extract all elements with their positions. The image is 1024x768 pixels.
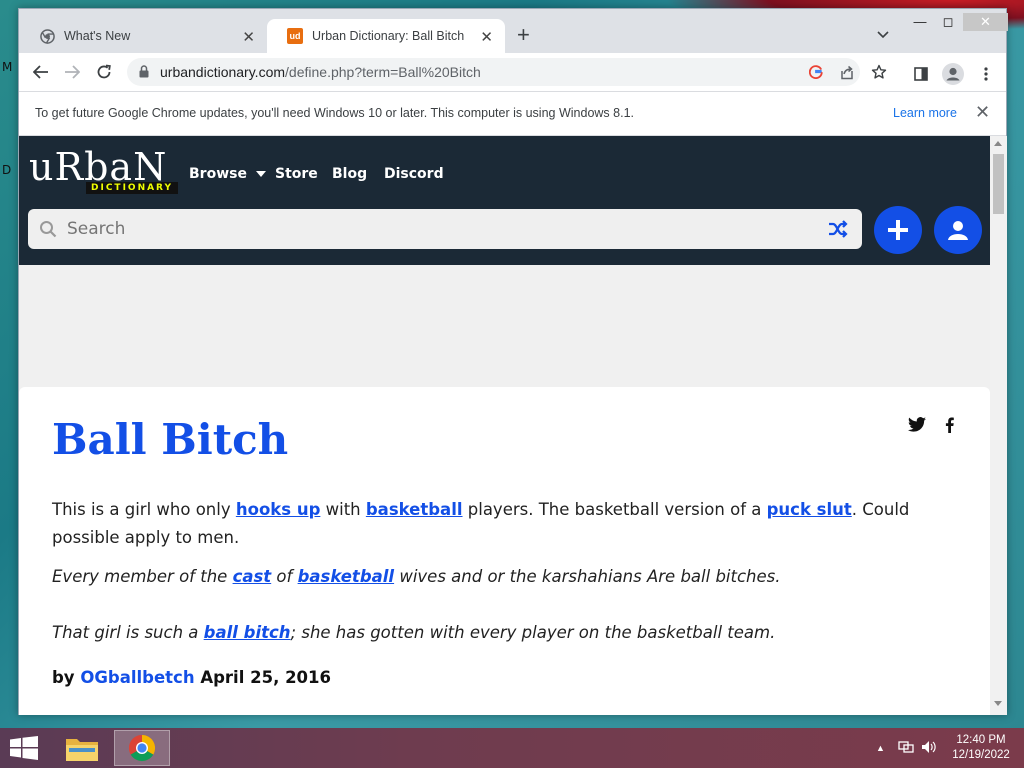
tab-urban-dictionary[interactable]: ud Urban Dictionary: Ball Bitch ✕	[267, 19, 505, 53]
definition-example: Every member of the cast of basketball w…	[52, 567, 781, 586]
search-input[interactable]	[67, 217, 807, 241]
definition-meaning: This is a girl who only hooks up with ba…	[52, 496, 952, 552]
nav-blog[interactable]: Blog	[332, 166, 367, 182]
side-panel-icon[interactable]	[911, 66, 931, 82]
profile-avatar-icon[interactable]	[941, 62, 965, 86]
search-icon[interactable]	[39, 220, 57, 243]
urban-dictionary-favicon: ud	[287, 28, 303, 44]
taskbar-clock[interactable]: 12:40 PM 12/19/2022	[944, 733, 1018, 763]
example-text: wives and or the karshahians Are ball bi…	[394, 567, 781, 586]
close-infobar-icon[interactable]: ✕	[975, 102, 990, 123]
browser-window: What's New ✕ ud Urban Dictionary: Ball B…	[18, 8, 1008, 715]
infobar-message: To get future Google Chrome updates, you…	[35, 106, 634, 120]
definition-card: Ball Bitch This is a girl who only hooks…	[19, 387, 990, 715]
user-icon	[948, 221, 968, 240]
url-path: /define.php?term=Ball%20Bitch	[285, 64, 481, 80]
add-definition-button[interactable]	[874, 206, 922, 254]
windows-start-icon[interactable]	[10, 736, 38, 765]
term-link[interactable]: basketball	[366, 500, 463, 519]
minimize-window-icon[interactable]: —	[909, 13, 931, 31]
close-tab-icon[interactable]: ✕	[242, 28, 255, 46]
clock-time: 12:40 PM	[956, 734, 1006, 746]
scrollbar-thumb[interactable]	[993, 154, 1004, 214]
back-arrow-icon[interactable]	[31, 63, 51, 81]
example-text: of	[271, 567, 298, 586]
site-header: uRbaN DICTIONARY Browse Store Blog Disco…	[19, 136, 990, 265]
caret-down-icon	[255, 171, 266, 177]
nav-browse-label: Browse	[189, 166, 247, 182]
example-text: ; she has gotten with every player on th…	[290, 623, 776, 642]
term-link[interactable]: ball bitch	[204, 623, 291, 642]
page-viewport: uRbaN DICTIONARY Browse Store Blog Disco…	[19, 136, 990, 715]
definition-example: That girl is such a ball bitch; she has …	[52, 623, 775, 642]
term-link[interactable]: basketball	[298, 567, 395, 586]
folder-icon	[66, 739, 98, 761]
chrome-icon	[39, 28, 55, 44]
close-window-icon[interactable]: ✕	[963, 13, 1008, 31]
address-bar[interactable]: urbandictionary.com/define.php?term=Ball…	[127, 58, 887, 86]
clock-date: 12/19/2022	[952, 749, 1010, 761]
volume-icon[interactable]	[921, 740, 937, 757]
definition-word[interactable]: Ball Bitch	[52, 415, 288, 464]
meaning-text: This is a girl who only	[52, 500, 236, 519]
example-text: Every member of the	[52, 567, 233, 586]
logo-subtitle: DICTIONARY	[86, 182, 179, 194]
url-host: urbandictionary.com	[160, 64, 286, 80]
site-search-bar	[28, 209, 862, 249]
google-lens-g-icon[interactable]	[807, 64, 825, 80]
scroll-down-arrow-icon[interactable]	[994, 701, 1002, 706]
update-infobar: To get future Google Chrome updates, you…	[19, 91, 1006, 136]
browser-toolbar: urbandictionary.com/define.php?term=Ball…	[19, 53, 1006, 91]
term-link[interactable]: hooks up	[236, 500, 321, 519]
desktop-icon-label: M	[2, 60, 13, 74]
term-link[interactable]: puck slut	[767, 500, 852, 519]
favicon-text: ud	[289, 31, 301, 41]
tab-whats-new[interactable]: What's New ✕	[19, 19, 267, 53]
urban-dictionary-logo[interactable]: uRbaN DICTIONARY	[29, 148, 179, 200]
page-scrollbar[interactable]	[990, 136, 1007, 715]
twitter-share-icon[interactable]	[908, 417, 926, 437]
tab-label: What's New	[64, 29, 131, 43]
chrome-taskbar-button[interactable]	[114, 730, 170, 766]
reload-icon[interactable]	[94, 63, 114, 81]
random-shuffle-icon[interactable]	[828, 220, 848, 243]
windows-taskbar: ▲ 12:40 PM 12/19/2022	[0, 728, 1024, 768]
lock-icon[interactable]	[139, 65, 149, 83]
meaning-text: with	[320, 500, 366, 519]
desktop-icon-label: D	[2, 163, 12, 177]
new-tab-button[interactable]: +	[517, 24, 530, 46]
tray-overflow-icon[interactable]: ▲	[876, 743, 885, 753]
definition-byline: by OGballbetch April 25, 2016	[52, 668, 331, 687]
definition-date: April 25, 2016	[200, 668, 331, 687]
example-text: That girl is such a	[52, 623, 204, 642]
term-link[interactable]: cast	[233, 567, 272, 586]
tab-strip: What's New ✕ ud Urban Dictionary: Ball B…	[19, 9, 1008, 53]
forward-arrow-icon[interactable]	[62, 63, 82, 81]
url-text[interactable]: urbandictionary.com/define.php?term=Ball…	[160, 64, 481, 80]
bookmark-star-icon[interactable]	[870, 64, 888, 80]
nav-discord[interactable]: Discord	[384, 166, 444, 182]
file-explorer-taskbar-button[interactable]	[54, 730, 110, 766]
close-tab-icon[interactable]: ✕	[480, 28, 493, 46]
nav-store[interactable]: Store	[275, 166, 318, 182]
meaning-text: players. The basketball version of a	[462, 500, 767, 519]
by-label: by	[52, 668, 75, 687]
tab-label: Urban Dictionary: Ball Bitch	[312, 29, 465, 43]
tab-search-chevron-icon[interactable]	[877, 26, 889, 44]
more-menu-icon[interactable]	[976, 66, 996, 82]
facebook-share-icon[interactable]	[945, 417, 954, 438]
share-icon[interactable]	[838, 64, 856, 80]
chrome-icon	[128, 734, 156, 762]
author-link[interactable]: OGballbetch	[80, 668, 194, 687]
maximize-window-icon[interactable]: ◻	[935, 13, 961, 31]
user-account-button[interactable]	[934, 206, 982, 254]
network-icon[interactable]	[898, 740, 914, 757]
plus-icon	[888, 220, 908, 240]
learn-more-link[interactable]: Learn more	[893, 106, 957, 120]
nav-browse[interactable]: Browse	[189, 166, 266, 182]
scroll-up-arrow-icon[interactable]	[994, 141, 1002, 146]
logo-word: uRbaN	[29, 145, 168, 189]
